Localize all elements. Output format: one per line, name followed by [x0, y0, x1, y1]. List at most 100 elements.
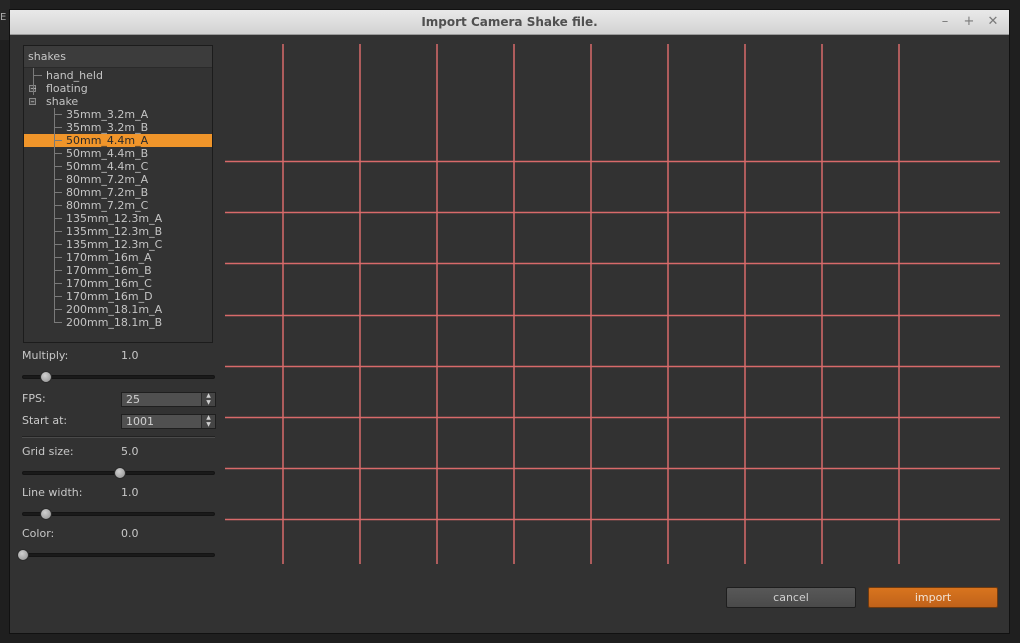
- line-width-label: Line width:: [22, 486, 83, 499]
- minimize-button[interactable]: –: [936, 13, 954, 31]
- tree-branch-line: [54, 309, 62, 310]
- tree-item-label: 35mm_3.2m_A: [66, 108, 149, 121]
- line-width-slider-handle[interactable]: [40, 508, 53, 520]
- tree-branch-line: [54, 166, 62, 167]
- line-width-slider[interactable]: [22, 508, 215, 520]
- multiply-slider-handle[interactable]: [40, 371, 53, 383]
- tree-item-label: 135mm_12.3m_A: [66, 212, 163, 225]
- tree-item[interactable]: 80mm_7.2m_A: [24, 173, 212, 186]
- tree-item[interactable]: 170mm_16m_B: [24, 264, 212, 277]
- grid-preview-canvas: [225, 44, 1000, 564]
- fps-down-arrow-icon[interactable]: ▼: [202, 400, 215, 406]
- color-slider[interactable]: [17, 549, 215, 561]
- tree-body[interactable]: hand_held+floating – shake35mm_3.2m_A35mm_…: [24, 68, 212, 342]
- tree-item-label: 35mm_3.2m_B: [66, 121, 149, 134]
- line-width-value: 1.0: [121, 486, 139, 499]
- tree-item-label: 50mm_4.4m_B: [66, 147, 149, 160]
- tree-branch-line: [54, 322, 62, 323]
- multiply-slider[interactable]: [22, 371, 215, 383]
- grid-size-value: 5.0: [121, 445, 139, 458]
- tree-branch-line: [54, 114, 62, 115]
- tree-item[interactable]: 80mm_7.2m_B: [24, 186, 212, 199]
- tree-item[interactable]: 200mm_18.1m_A: [24, 303, 212, 316]
- import-camera-shake-dialog: Import Camera Shake file. – + ✕ shakes h…: [9, 9, 1010, 634]
- tree-item[interactable]: 200mm_18.1m_B: [24, 316, 212, 329]
- grid-size-slider[interactable]: [22, 467, 215, 479]
- tree-group-item[interactable]: hand_held: [24, 69, 212, 82]
- fps-spinbox[interactable]: ▲ ▼: [121, 392, 216, 407]
- tree-item-label: floating: [46, 82, 88, 95]
- window-title: Import Camera Shake file.: [421, 15, 598, 29]
- tree-item[interactable]: 135mm_12.3m_C: [24, 238, 212, 251]
- tree-header[interactable]: shakes: [24, 46, 212, 68]
- multiply-label: Multiply:: [22, 349, 69, 362]
- tree-group-item[interactable]: +floating: [24, 82, 212, 95]
- tree-item-label: 170mm_16m_A: [66, 251, 152, 264]
- controls-divider: [22, 436, 215, 438]
- tree-item[interactable]: 170mm_16m_D: [24, 290, 212, 303]
- multiply-value: 1.0: [121, 349, 139, 362]
- tree-root-line: [33, 68, 34, 95]
- tree-branch-line: [54, 153, 62, 154]
- tree-item-label: 135mm_12.3m_B: [66, 225, 163, 238]
- grid-preview: [225, 44, 1000, 564]
- fps-input[interactable]: [122, 393, 202, 406]
- close-button[interactable]: ✕: [984, 13, 1002, 31]
- tree-item[interactable]: 50mm_4.4m_B: [24, 147, 212, 160]
- tree-item-label: 135mm_12.3m_C: [66, 238, 163, 251]
- tree-item[interactable]: 50mm_4.4m_C: [24, 160, 212, 173]
- tree-group-item[interactable]: – shake: [24, 95, 212, 108]
- tree-item[interactable]: 35mm_3.2m_A: [24, 108, 212, 121]
- tree-item-label: 170mm_16m_B: [66, 264, 152, 277]
- tree-branch-line: [54, 270, 62, 271]
- tree-branch-line: [54, 257, 62, 258]
- start-at-spinbox[interactable]: ▲ ▼: [121, 414, 216, 429]
- tree-item[interactable]: 135mm_12.3m_A: [24, 212, 212, 225]
- tree-item-label: 170mm_16m_D: [66, 290, 153, 303]
- grid-size-label: Grid size:: [22, 445, 74, 458]
- start-at-input[interactable]: [122, 415, 202, 428]
- tree-item-label: 80mm_7.2m_B: [66, 186, 149, 199]
- tree-branch-line: [54, 179, 62, 180]
- tree-branch-line: [54, 218, 62, 219]
- start-at-spin-arrows[interactable]: ▲ ▼: [201, 415, 215, 428]
- grid-size-slider-handle[interactable]: [113, 467, 126, 479]
- tree-item[interactable]: 50mm_4.4m_A: [24, 134, 212, 147]
- color-value: 0.0: [121, 527, 139, 540]
- color-slider-handle[interactable]: [17, 549, 29, 561]
- shake-tree[interactable]: shakes hand_held+floating–shake35mm_3.2m…: [23, 45, 213, 343]
- tree-branch-line: [33, 75, 42, 76]
- color-label: Color:: [22, 527, 55, 540]
- tree-branch-line: [54, 127, 62, 128]
- tree-branch-line: [54, 231, 62, 232]
- tree-branch-line: [54, 244, 62, 245]
- desktop-fragment-text: E: [0, 12, 7, 23]
- tree-item-label: shake: [46, 95, 79, 108]
- collapse-icon[interactable]: –: [29, 98, 36, 106]
- start-at-label: Start at:: [22, 414, 68, 427]
- maximize-button[interactable]: +: [960, 13, 978, 31]
- tree-branch-line: [54, 283, 62, 284]
- tree-item-label: 80mm_7.2m_C: [66, 199, 149, 212]
- fps-spin-arrows[interactable]: ▲ ▼: [201, 393, 215, 406]
- cancel-button[interactable]: cancel: [726, 587, 856, 608]
- tree-item[interactable]: 170mm_16m_A: [24, 251, 212, 264]
- tree-item-label: hand_held: [46, 69, 103, 82]
- start-at-down-arrow-icon[interactable]: ▼: [202, 422, 215, 428]
- tree-item-label: 50mm_4.4m_A: [66, 134, 149, 147]
- tree-item-label: 170mm_16m_C: [66, 277, 152, 290]
- tree-item[interactable]: 80mm_7.2m_C: [24, 199, 212, 212]
- tree-item-label: 50mm_4.4m_C: [66, 160, 149, 173]
- tree-item[interactable]: 170mm_16m_C: [24, 277, 212, 290]
- title-bar[interactable]: Import Camera Shake file. – + ✕: [10, 10, 1009, 35]
- tree-item-label: 200mm_18.1m_B: [66, 316, 163, 329]
- tree-item[interactable]: 35mm_3.2m_B: [24, 121, 212, 134]
- import-button[interactable]: import: [868, 587, 998, 608]
- tree-branch-line: [54, 192, 62, 193]
- tree-item-label: 200mm_18.1m_A: [66, 303, 163, 316]
- tree-item-label: 80mm_7.2m_A: [66, 173, 149, 186]
- tree-item[interactable]: 135mm_12.3m_B: [24, 225, 212, 238]
- tree-children-line: [54, 108, 55, 323]
- tree-branch-line: [54, 140, 62, 141]
- tree-branch-line: [54, 205, 62, 206]
